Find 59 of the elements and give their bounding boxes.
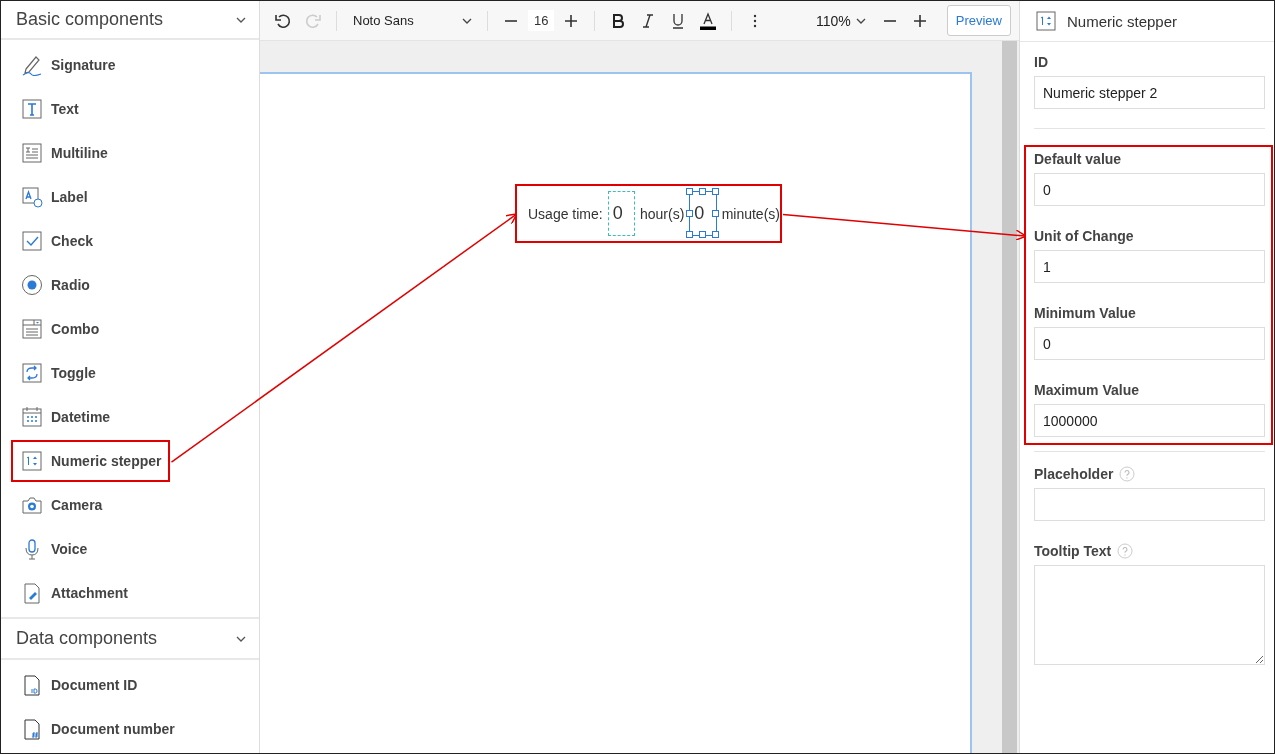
input-field[interactable] [1034,488,1265,521]
multiline-icon [21,142,43,165]
field-label: Unit of Change [1034,228,1134,244]
field-label: Placeholder [1034,466,1114,482]
input-field[interactable]: 0 [1034,173,1265,206]
component-item[interactable]: Attachment [11,572,137,615]
document-number-icon [21,718,43,740]
toggle-icon [21,362,43,385]
scrollbar[interactable] [1002,41,1017,753]
component-item[interactable]: Text [11,88,88,131]
radio-button-icon [21,274,43,297]
component-item[interactable]: Label [11,176,97,219]
stepper-field[interactable]: 0 [607,191,635,236]
calendar-icon [21,406,43,429]
zoom-dropdown[interactable]: 110% [809,11,873,30]
resize-handle[interactable] [711,209,719,217]
component-item[interactable]: Radio [11,264,99,307]
camera-icon [21,494,43,517]
component-item[interactable]: Document ID [11,664,147,706]
input-field[interactable]: 1 [1034,250,1265,283]
panel-title: Numeric stepper [1067,12,1178,30]
stepper-icon [21,450,43,473]
element-label: minute(s) [721,205,780,222]
stepper-icon [1035,10,1057,32]
field-label: ID [1034,54,1048,70]
preview-button[interactable]: Preview [946,5,1011,36]
label-icon [21,186,43,209]
component-item[interactable]: Document number [11,708,184,750]
input-field[interactable]: 1000000 [1034,404,1265,437]
element-label: Usage time: [528,205,603,222]
component-item[interactable]: Camera [11,484,112,527]
pen-icon [21,54,43,77]
field-label: Maximum Value [1034,382,1140,398]
component-item[interactable]: Voice [11,528,97,571]
font-size-field[interactable]: 16 [528,10,555,31]
checkbox-icon [21,230,43,253]
font-dropdown[interactable]: Noto Sans [347,9,477,32]
input-field[interactable]: 0 [1034,327,1265,360]
section-header[interactable]: Data components [1,617,259,660]
component-item[interactable]: Signature [11,44,125,87]
field-label: Default value [1034,151,1122,167]
component-item[interactable]: Combo [11,308,109,351]
stepper-field[interactable]: 0 [689,191,717,236]
field-label: Tooltip Text [1034,543,1112,559]
component-item[interactable]: Check [11,220,103,263]
component-item[interactable]: Toggle [11,352,105,395]
section-header[interactable]: Basic components [1,1,259,41]
component-item[interactable]: Multiline [11,132,117,175]
component-item[interactable]: Numeric stepper [11,440,171,483]
document-clip-icon [21,582,43,605]
field-label: Minimum Value [1034,305,1136,321]
document-id-icon [21,674,43,696]
element-label: hour(s) [640,205,685,222]
dropdown-icon [21,318,43,341]
form-element[interactable]: Usage time: 0 hour(s) 0 minute(s) [515,184,782,243]
component-item[interactable]: Datetime [11,396,120,439]
resize-handle[interactable] [686,209,694,217]
text-field-icon [21,98,43,121]
input-field[interactable]: Numeric stepper 2 [1034,76,1265,109]
